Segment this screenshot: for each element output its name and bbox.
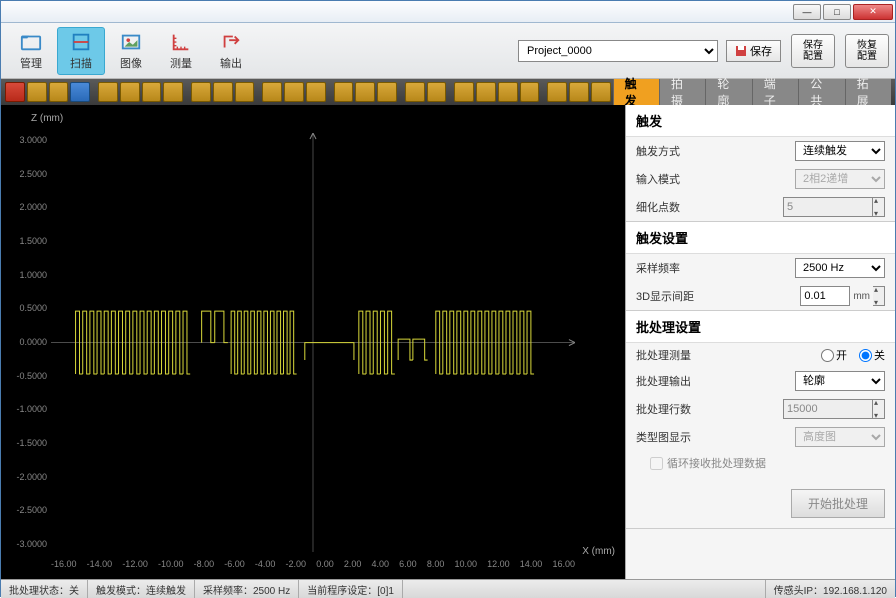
tool-23[interactable]: [520, 82, 540, 102]
close-button[interactable]: ✕: [853, 4, 893, 20]
tool-9[interactable]: [191, 82, 211, 102]
tool-22[interactable]: [498, 82, 518, 102]
folder-icon: [19, 31, 43, 53]
disp-spinner[interactable]: [873, 286, 885, 306]
input-mode-select: 2相2递增: [795, 169, 885, 189]
trigger-settings-title: 触发设置: [626, 222, 895, 254]
image-label: 图像: [120, 55, 142, 71]
scan-label: 扫描: [70, 55, 92, 71]
y-axis-label: Z (mm): [31, 113, 63, 124]
trigger-mode-select[interactable]: 连续触发: [795, 141, 885, 161]
display-interval-input[interactable]: [800, 286, 850, 306]
scan-icon: [69, 31, 93, 53]
tool-24[interactable]: [547, 82, 567, 102]
project-select[interactable]: Project_0000: [518, 40, 718, 62]
tool-25[interactable]: [569, 82, 589, 102]
tool-17[interactable]: [377, 82, 397, 102]
scan-button[interactable]: 扫描: [57, 27, 105, 75]
start-batch-button: 开始批处理: [791, 489, 885, 518]
y-ticks: 3.00002.50002.00001.50001.00000.50000.00…: [7, 135, 47, 549]
status-sample: 采样频率：2500 Hz: [195, 580, 299, 598]
manage-button[interactable]: 管理: [7, 27, 55, 75]
batch-on-radio[interactable]: 开: [821, 347, 847, 363]
status-trigger: 触发模式：连续触发: [88, 580, 195, 598]
tab-trigger[interactable]: 触发: [613, 79, 659, 105]
batch-output-select[interactable]: 轮廓: [795, 371, 885, 391]
statusbar: 批处理状态：关 触发模式：连续触发 采样频率：2500 Hz 当前程序设定：[0…: [1, 579, 895, 598]
tab-profile[interactable]: 轮廓: [705, 79, 751, 105]
tab-common[interactable]: 公共: [798, 79, 844, 105]
minimize-button[interactable]: —: [793, 4, 821, 20]
plot-svg: [51, 133, 575, 552]
batch-section-title: 批处理设置: [626, 311, 895, 343]
x-ticks: -16.00-14.00-12.00-10.00-8.00-6.00-4.00-…: [51, 559, 575, 569]
loop-checkbox: [650, 457, 663, 470]
maximize-button[interactable]: □: [823, 4, 851, 20]
tool-1[interactable]: [5, 82, 25, 102]
tool-8[interactable]: [163, 82, 183, 102]
tab-capture[interactable]: 拍摄: [659, 79, 705, 105]
save-config-button[interactable]: 保存 配置: [791, 34, 835, 68]
tool-5[interactable]: [98, 82, 118, 102]
rows-spinner: [873, 399, 885, 419]
batch-off-radio[interactable]: 关: [859, 347, 885, 363]
side-panel: 触发 触发方式 连续触发 输入模式 2相2递增 细化点数 触发设置 采样频率 2…: [625, 105, 895, 579]
status-program: 当前程序设定：[0]1: [299, 580, 403, 598]
tool-16[interactable]: [355, 82, 375, 102]
tool-20[interactable]: [454, 82, 474, 102]
batch-rows-input: [783, 399, 873, 419]
tool-14[interactable]: [306, 82, 326, 102]
trigger-section-title: 触发: [626, 105, 895, 137]
type-display-select: 高度图: [795, 427, 885, 447]
tool-2[interactable]: [27, 82, 47, 102]
ruler-icon: [169, 31, 193, 53]
tool-11[interactable]: [235, 82, 255, 102]
plot-area[interactable]: Z (mm) X (mm) 3.00002.50002.00001.50001.…: [1, 105, 625, 579]
tool-12[interactable]: [262, 82, 282, 102]
toolstrip: 触发 拍摄 轮廓 端子 公共 拓展: [1, 79, 895, 105]
output-label: 输出: [220, 55, 242, 71]
refine-spinner: [873, 197, 885, 217]
ribbon: 管理 扫描 图像 测量 输出 Project_0000 保存 保存 配置 恢复 …: [1, 23, 895, 79]
image-button[interactable]: 图像: [107, 27, 155, 75]
tool-18[interactable]: [405, 82, 425, 102]
tool-21[interactable]: [476, 82, 496, 102]
tool-13[interactable]: [284, 82, 304, 102]
tool-19[interactable]: [427, 82, 447, 102]
measure-label: 测量: [170, 55, 192, 71]
refine-points-input: [783, 197, 873, 217]
floppy-icon: [735, 45, 747, 57]
tool-10[interactable]: [213, 82, 233, 102]
tool-3[interactable]: [49, 82, 69, 102]
save-button[interactable]: 保存: [726, 40, 781, 62]
tool-15[interactable]: [334, 82, 354, 102]
tab-terminal[interactable]: 端子: [752, 79, 798, 105]
tool-7[interactable]: [142, 82, 162, 102]
restore-config-button[interactable]: 恢复 配置: [845, 34, 889, 68]
manage-label: 管理: [20, 55, 42, 71]
x-axis-label: X (mm): [582, 546, 615, 557]
output-button[interactable]: 输出: [207, 27, 255, 75]
status-batch: 批处理状态：关: [1, 580, 88, 598]
image-icon: [119, 31, 143, 53]
tool-26[interactable]: [591, 82, 611, 102]
export-icon: [219, 31, 243, 53]
measure-button[interactable]: 测量: [157, 27, 205, 75]
tool-6[interactable]: [120, 82, 140, 102]
status-ip: 传感头IP：192.168.1.120: [765, 580, 895, 598]
tool-4[interactable]: [70, 82, 90, 102]
tab-extend[interactable]: 拓展: [845, 79, 891, 105]
sample-rate-select[interactable]: 2500 Hz: [795, 258, 885, 278]
titlebar: — □ ✕: [1, 1, 895, 23]
